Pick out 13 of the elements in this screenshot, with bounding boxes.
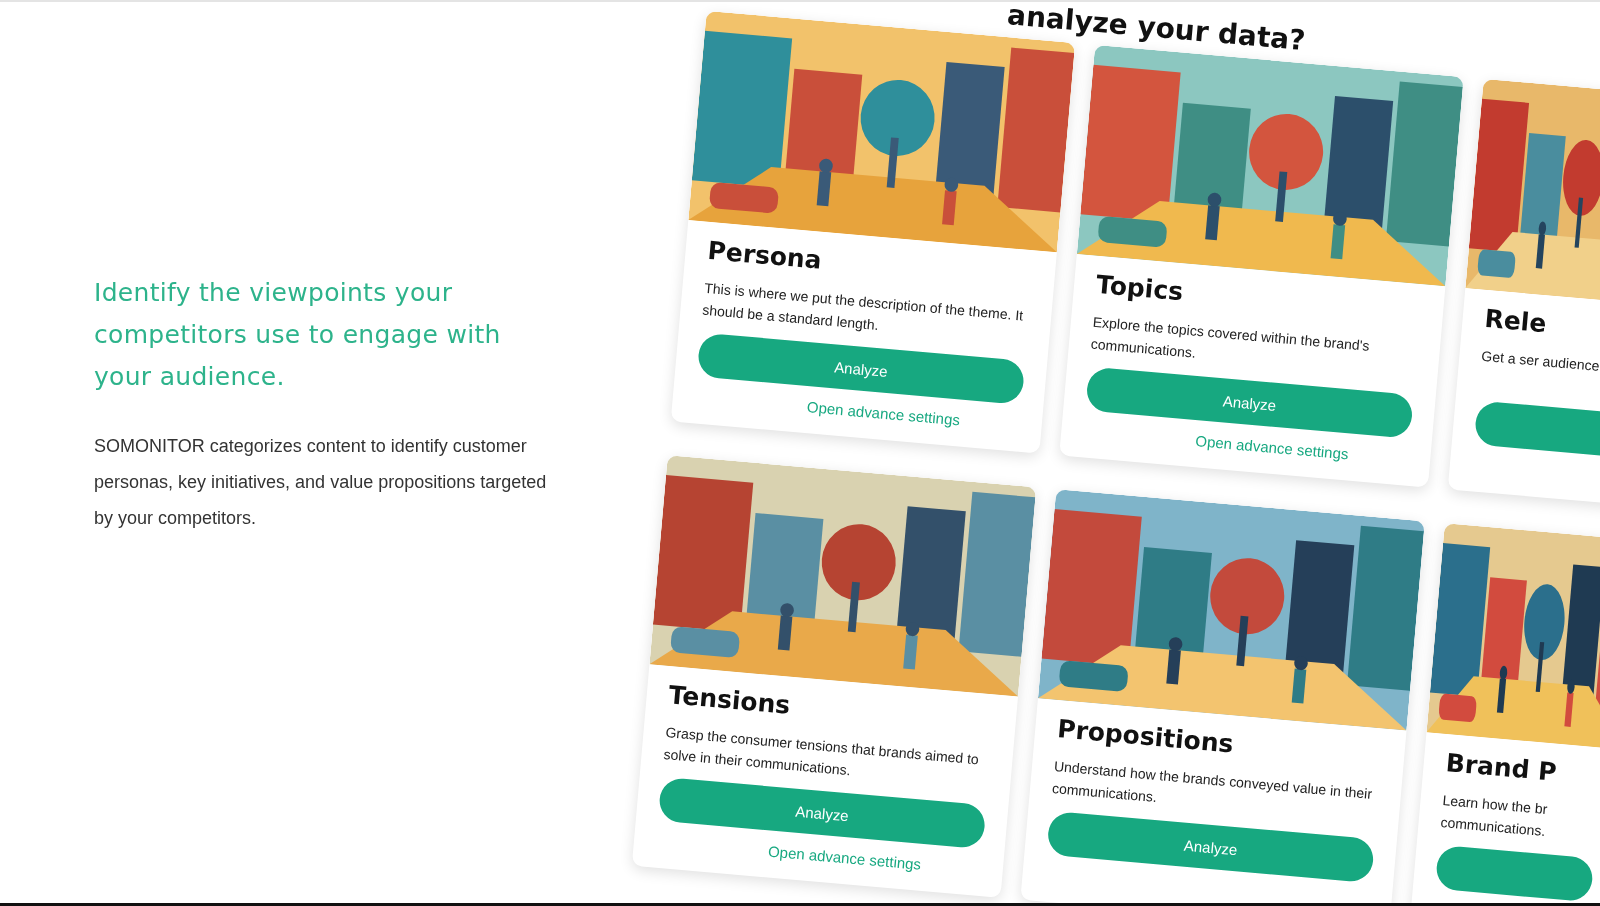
card-description: Understand how the brands conveyed value in their communications. bbox=[1051, 757, 1374, 808]
card-description: Get a ser audience bbox=[1479, 346, 1600, 376]
card-description: This is where we put the description of the theme. It should be a standard length. bbox=[701, 278, 1025, 335]
section-description: SOMONITOR categorizes content to identify customer personas, key initiatives, and value propositions targeted by your competitors. bbox=[94, 435, 548, 530]
section-heading: Identify the viewpoints your competitors use to engage with your audience. bbox=[94, 277, 502, 393]
card-title: Persona bbox=[706, 235, 824, 277]
card-title: Brand P bbox=[1444, 748, 1559, 789]
preview-heading: analyze your data? bbox=[1006, 2, 1308, 60]
analyze-button[interactable]: Analyze bbox=[1046, 810, 1375, 884]
card-description: Explore the topics covered within the brand's communications. bbox=[1090, 312, 1371, 363]
card-description: Learn how the br communications. bbox=[1439, 791, 1549, 842]
card-title: Rele bbox=[1483, 303, 1549, 341]
card-title: Tensions bbox=[667, 680, 793, 722]
